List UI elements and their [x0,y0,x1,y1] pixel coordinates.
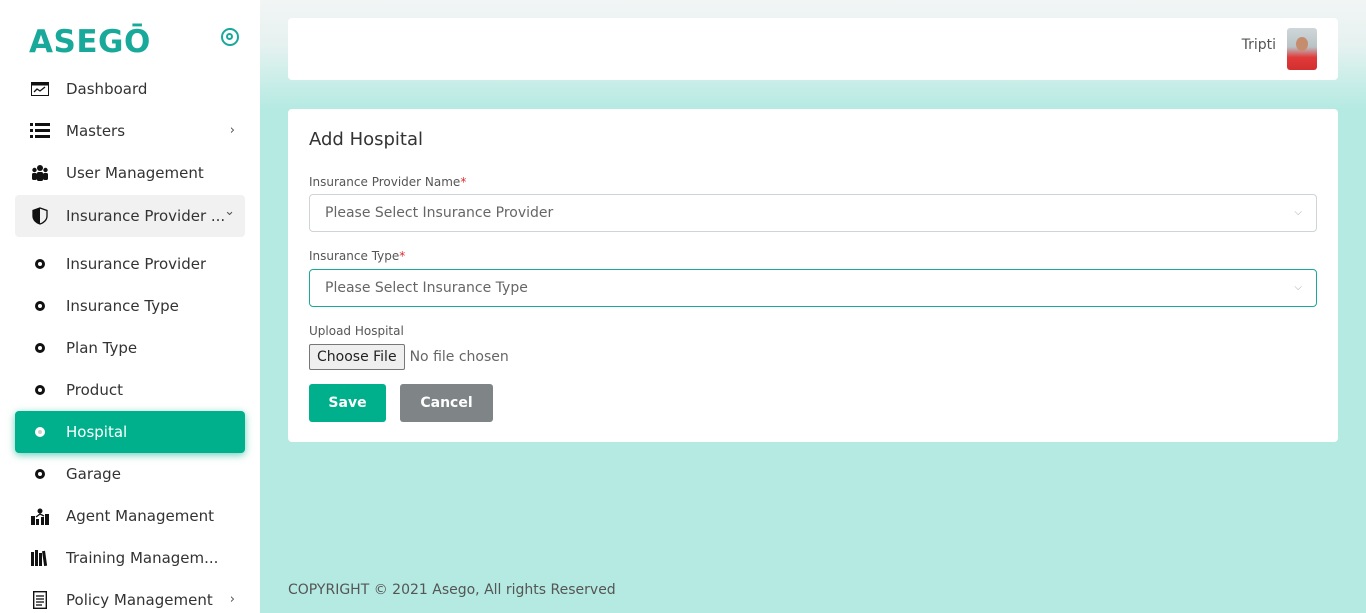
sidebar-item-insurance-provider[interactable]: Insurance Provider [15,243,245,285]
cancel-button[interactable]: Cancel [400,384,493,422]
sidebar-item-hospital[interactable]: Hospital [15,411,245,453]
top-header: Tripti [288,18,1338,80]
insurance-type-label: Insurance Type* [309,249,406,263]
sidebar-item-dashboard[interactable]: Dashboard [15,68,245,110]
chevron-down-icon: ⌵ [1294,282,1302,293]
footer-copyright: COPYRIGHT © 2021 Asego, All rights Reser… [288,582,616,598]
user-name[interactable]: Tripti [1242,37,1276,53]
file-status: No file chosen [409,349,509,365]
avatar[interactable] [1287,28,1317,70]
dot-icon [29,253,51,275]
dot-icon [29,421,51,443]
sidebar-item-plan-type[interactable]: Plan Type [15,327,245,369]
page-title: Add Hospital [309,129,424,150]
add-hospital-card: Add Hospital Insurance Provider Name* Pl… [288,109,1338,442]
sidebar-item-label: Insurance Provider [66,255,207,273]
document-icon [29,589,51,611]
upload-hospital-label: Upload Hospital [309,324,404,338]
agent-icon [29,505,51,527]
sidebar-item-label: Training Managem... [66,549,219,567]
chevron-down-icon: ⌵ [1294,207,1302,218]
sidebar-item-label: Dashboard [66,80,148,98]
sidebar-item-label: Hospital [66,423,128,441]
sidebar-item-label: Plan Type [66,339,138,357]
sidebar-item-label: Insurance Provider ... [66,207,226,225]
sidebar-item-label: User Management [66,164,204,182]
sidebar-item-agent-management[interactable]: Agent Management [15,495,245,537]
insurance-provider-label: Insurance Provider Name* [309,175,467,189]
required-mark: * [399,249,406,263]
insurance-type-select[interactable]: Please Select Insurance Type ⌵ [309,269,1317,307]
insurance-provider-placeholder: Please Select Insurance Provider [325,205,554,221]
dashboard-icon [29,78,51,100]
chevron-down-icon: ⌄ [224,204,235,219]
file-upload: Choose File No file chosen [309,344,509,370]
sidebar-item-masters[interactable]: Masters › [15,110,245,152]
sidebar-item-product[interactable]: Product [15,369,245,411]
sidebar-item-label: Garage [66,465,121,483]
chevron-right-icon: › [229,592,235,607]
sidebar-item-label: Agent Management [66,507,214,525]
dot-icon [29,337,51,359]
sidebar-item-label: Product [66,381,123,399]
sidebar-item-insurance-type[interactable]: Insurance Type [15,285,245,327]
required-mark: * [460,175,467,189]
books-icon [29,547,51,569]
shield-icon [29,205,51,227]
dot-icon [29,295,51,317]
sidebar-item-policy-management[interactable]: Policy Management › [15,579,245,613]
sidebar-item-garage[interactable]: Garage [15,453,245,495]
sidebar-item-insurance-provider-group[interactable]: Insurance Provider ... ⌄ [15,195,245,237]
list-icon [29,120,51,142]
choose-file-button[interactable]: Choose File [309,344,405,370]
sidebar-item-label: Policy Management [66,591,213,609]
chevron-right-icon: › [229,123,235,138]
sidebar-item-label: Insurance Type [66,297,179,315]
insurance-provider-select[interactable]: Please Select Insurance Provider ⌵ [309,194,1317,232]
save-button[interactable]: Save [309,384,386,422]
dot-icon [29,379,51,401]
sidebar: ASEGŌ Dashboard Masters › User Managemen… [0,0,260,613]
sidebar-item-user-management[interactable]: User Management [15,152,245,194]
sidebar-toggle-icon[interactable] [221,28,239,46]
brand-logo: ASEGŌ [29,24,151,60]
dot-icon [29,463,51,485]
sidebar-item-training-management[interactable]: Training Managem... [15,537,245,579]
sidebar-item-label: Masters [66,122,126,140]
insurance-type-placeholder: Please Select Insurance Type [325,280,528,296]
users-icon [29,162,51,184]
